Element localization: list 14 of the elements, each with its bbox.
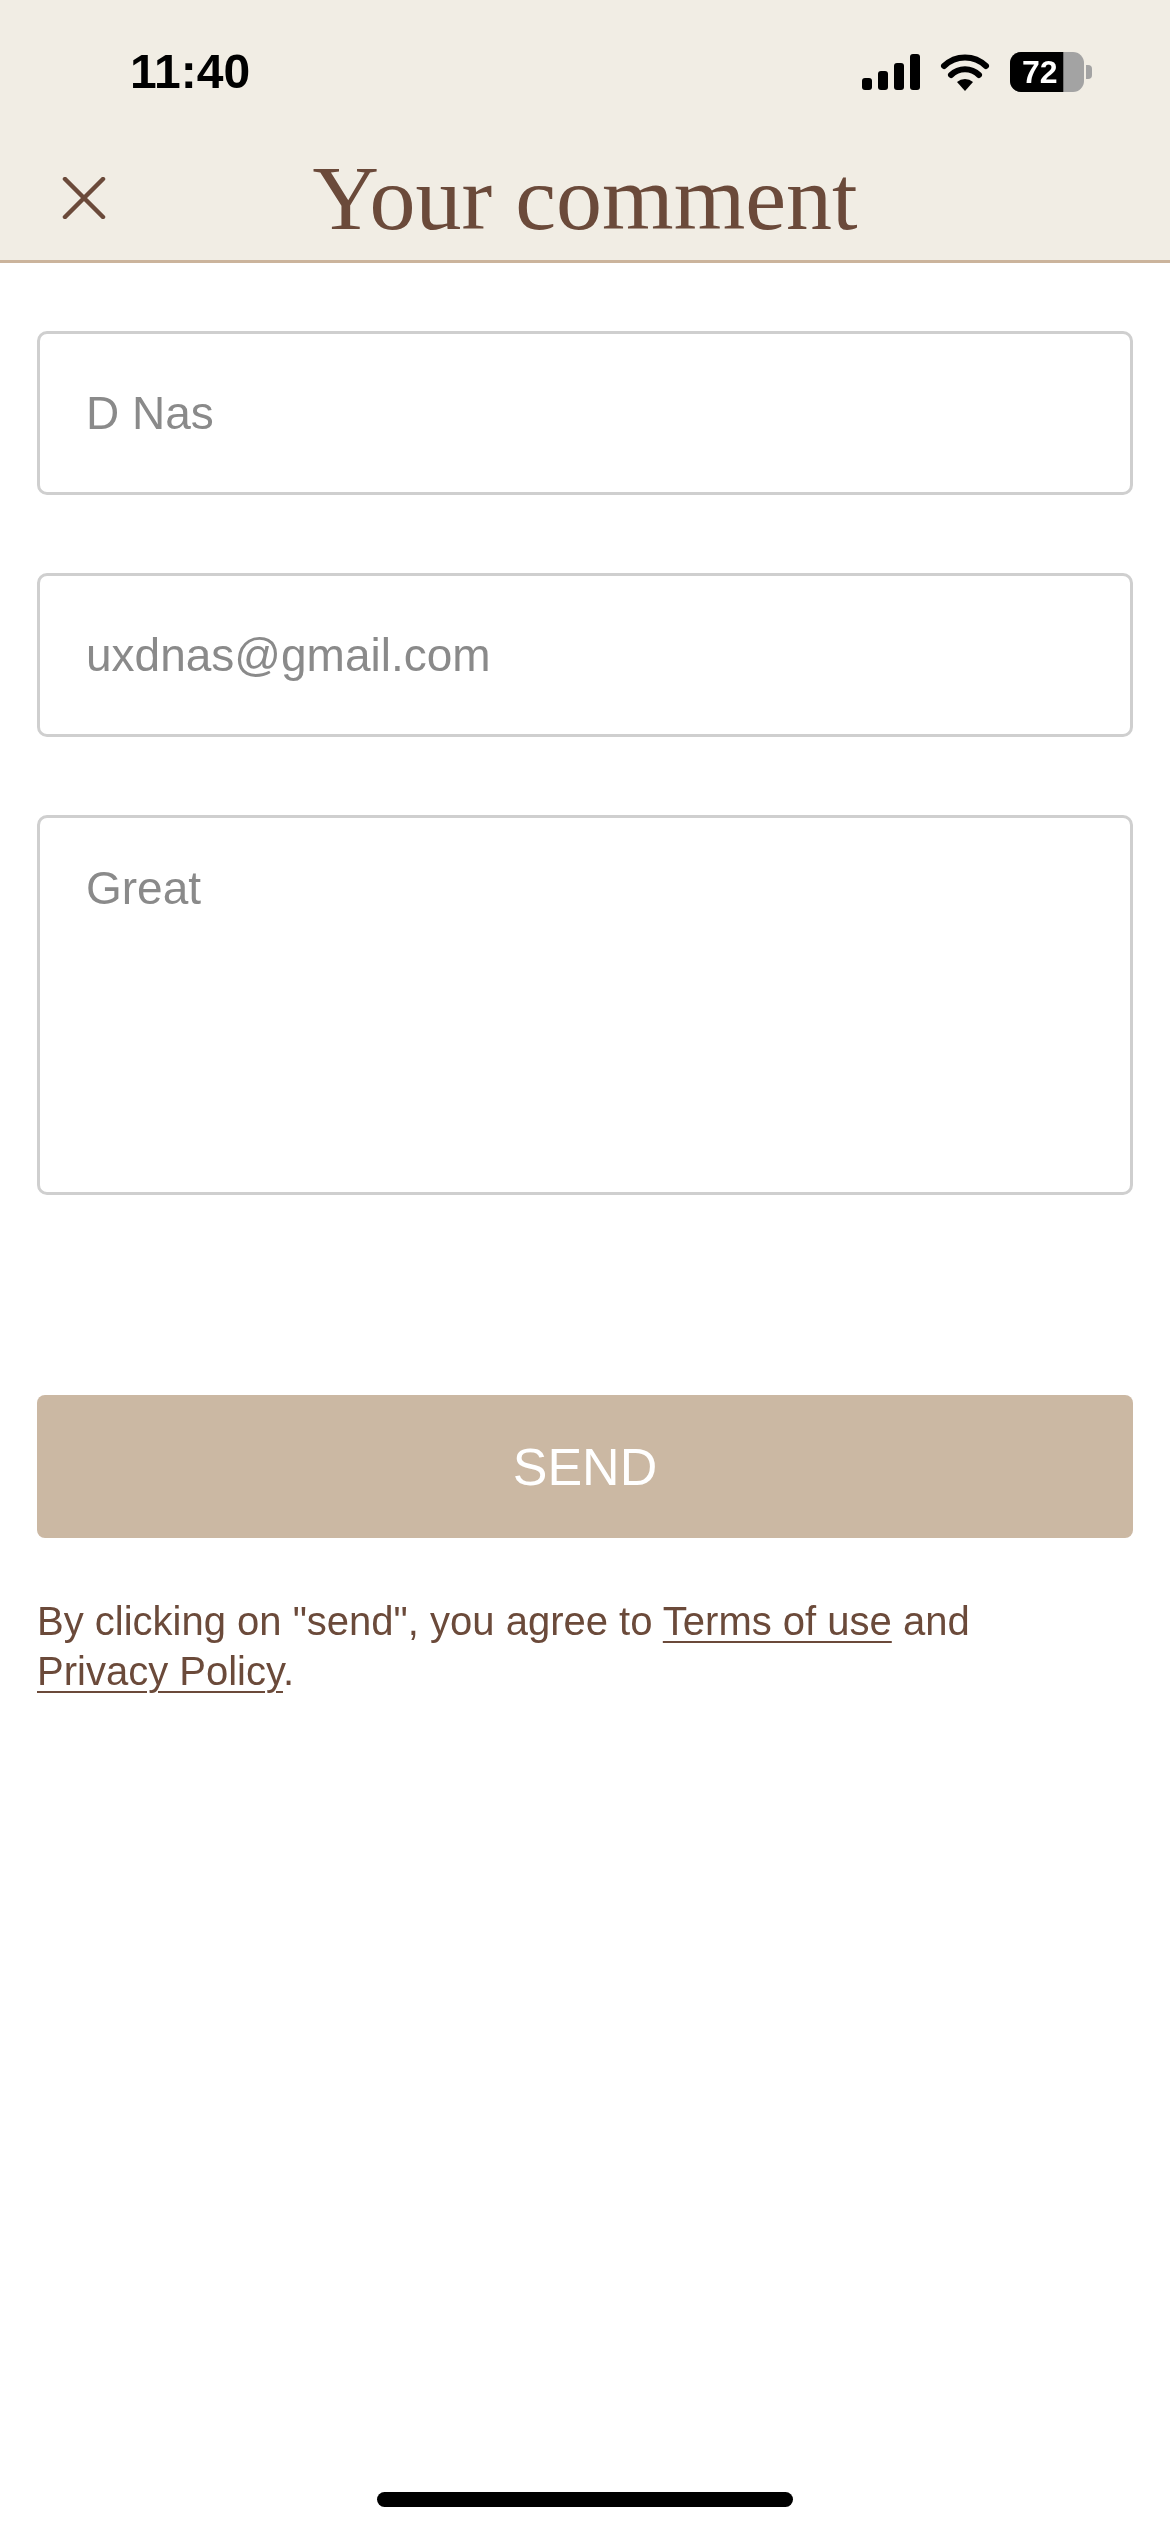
signal-icon	[862, 54, 920, 90]
send-button[interactable]: SEND	[37, 1395, 1133, 1538]
battery-icon	[1010, 52, 1092, 92]
text-area[interactable]: Great	[37, 815, 1133, 1195]
text-field[interactable]: uxdnas@gmail.com	[37, 573, 1133, 737]
text-link[interactable]: Terms of use	[662, 1599, 892, 1643]
text-link[interactable]: Privacy Policy	[37, 1649, 283, 1693]
text-field[interactable]: D Nas	[37, 331, 1133, 495]
page-title: Your comment	[312, 148, 858, 248]
terms-notice: By clicking on "send", you agree to Terms of use and Privacy Policy.	[37, 1598, 971, 1695]
battery-percentage: 72	[1022, 56, 1058, 88]
wifi-icon	[940, 53, 990, 91]
status-time: 11:40	[130, 48, 251, 96]
close-icon[interactable]	[62, 177, 106, 219]
